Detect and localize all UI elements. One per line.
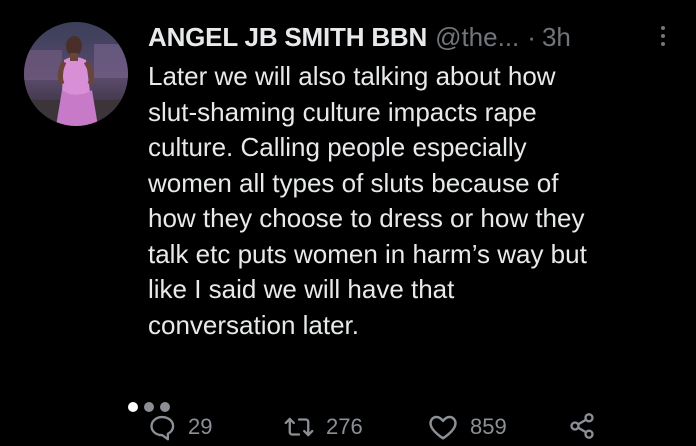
timestamp[interactable]: 3h	[542, 20, 571, 54]
tweet-text-line: slut-shaming culture impacts rape	[148, 96, 537, 127]
tweet-actions: 29 276 859	[148, 412, 696, 446]
reply-count: 29	[188, 414, 213, 439]
profile-photo	[24, 22, 128, 126]
carousel-dot[interactable]	[160, 402, 170, 412]
tweet-text-line: conversation later.	[148, 309, 360, 340]
retweet-icon	[284, 417, 314, 437]
more-vertical-icon[interactable]	[658, 26, 668, 50]
reply-icon	[150, 415, 175, 441]
tweet-text-line: how they choose to dress or how they	[148, 203, 585, 233]
tweet-text-line: talk etc puts women in harm’s way but	[148, 238, 587, 269]
share-icon	[570, 413, 594, 439]
tweet-header: ANGEL JB SMITH BBN @the... · 3h	[148, 20, 678, 54]
tweet-text-line: women all types of sluts because of	[148, 167, 559, 198]
heart-icon	[429, 415, 457, 440]
display-name[interactable]: ANGEL JB SMITH BBN	[148, 20, 427, 54]
like-button[interactable]: 859	[428, 412, 507, 442]
tweet-text-line: like I said we will have that	[148, 274, 455, 304]
tweet-text: Later we will also talking about how slu…	[148, 59, 678, 343]
tweet-card[interactable]: ANGEL JB SMITH BBN @the... · 3h Later we…	[0, 0, 696, 443]
carousel-dot[interactable]	[144, 402, 154, 412]
share-button[interactable]	[568, 412, 596, 440]
separator-dot: ·	[527, 22, 536, 52]
like-count: 859	[470, 414, 507, 439]
retweet-count: 276	[326, 414, 363, 439]
user-handle[interactable]: @the...	[435, 20, 519, 54]
avatar[interactable]	[24, 22, 128, 126]
tweet-text-line: Later we will also talking about how	[148, 61, 556, 91]
retweet-button[interactable]: 276	[284, 412, 363, 442]
reply-button[interactable]: 29	[148, 412, 212, 442]
tweet-text-line: culture. Calling people especially	[148, 132, 527, 162]
carousel-dot-active[interactable]	[128, 402, 138, 412]
